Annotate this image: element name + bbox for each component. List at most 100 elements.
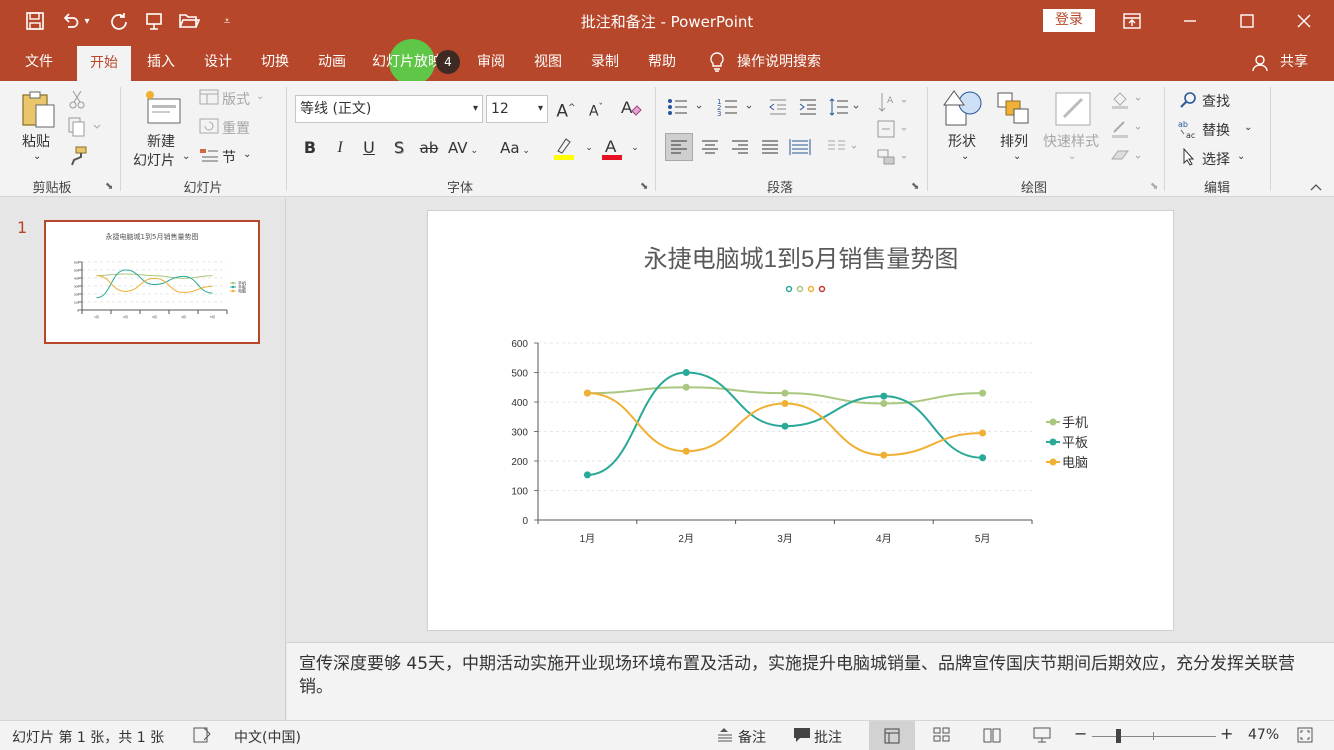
paragraph-launcher-icon[interactable]: ⬊ (911, 181, 919, 192)
tab-home[interactable]: 开始 (77, 46, 131, 81)
maximize-icon[interactable] (1237, 12, 1257, 30)
paste-label[interactable]: 粘贴 (22, 131, 50, 151)
font-size-dropdown[interactable]: 12 ▾ (486, 95, 548, 123)
section-dropdown-icon[interactable]: ⌄ (243, 149, 251, 160)
notes-pane[interactable]: 宣传深度要够 45天，中期活动实施开业现场环境布置及活动，实施提升电脑城销量、品… (287, 642, 1334, 720)
shape-fill-icon[interactable] (1110, 89, 1146, 113)
change-case-button[interactable]: Aa ⌄ (496, 135, 534, 161)
zoom-slider-track[interactable] (1092, 736, 1216, 737)
reset-label[interactable]: 重置 (222, 118, 250, 138)
shape-effects-icon[interactable] (1110, 147, 1146, 171)
notes-text[interactable]: 宣传深度要够 45天，中期活动实施开业现场环境布置及活动，实施提升电脑城销量、品… (299, 653, 1321, 699)
find-label[interactable]: 查找 (1202, 91, 1230, 111)
tab-animations[interactable]: 动画 (309, 42, 355, 81)
find-icon[interactable] (1180, 91, 1198, 113)
highlight-color-icon[interactable] (551, 135, 577, 161)
text-shadow-button[interactable]: S (386, 135, 412, 161)
font-name-dropdown[interactable]: 等线 (正文) ▾ (295, 95, 483, 123)
tab-help[interactable]: 帮助 (639, 42, 685, 81)
slide-sorter-icon[interactable] (932, 726, 952, 748)
align-center-button[interactable] (697, 134, 723, 164)
tab-design[interactable]: 设计 (195, 42, 241, 81)
customize-quick-access-icon[interactable]: ⩡ (214, 8, 240, 34)
minimize-icon[interactable] (1180, 12, 1200, 30)
select-label[interactable]: 选择 (1202, 149, 1230, 169)
zoom-in-button[interactable]: + (1220, 724, 1233, 743)
tab-file[interactable]: 文件 (12, 42, 66, 81)
fit-to-window-icon[interactable] (1296, 726, 1314, 748)
format-painter-icon[interactable] (68, 145, 88, 171)
layout-label[interactable]: 版式 (222, 89, 250, 109)
new-slide-label-1[interactable]: 新建 (147, 131, 175, 151)
shrink-font-button[interactable]: Aˇ (583, 95, 609, 121)
collapse-ribbon-icon[interactable] (1309, 181, 1323, 195)
quick-styles-icon[interactable] (1054, 89, 1094, 133)
slide[interactable]: 永捷电脑城1到5月销售量势图 0 100 200 300 400 500 600 1月 2月 3月 4… (427, 210, 1174, 631)
section-icon[interactable] (199, 147, 219, 167)
convert-smartart-icon[interactable] (876, 147, 910, 171)
quick-styles-dropdown-icon[interactable]: ⌄ (1068, 151, 1076, 162)
justify-button[interactable] (757, 134, 783, 164)
bold-button[interactable]: B (297, 135, 323, 161)
accessibility-icon[interactable] (192, 726, 212, 748)
layout-icon[interactable] (199, 89, 219, 109)
font-color-dropdown-icon[interactable]: ⌄ (622, 135, 648, 161)
replace-dropdown-icon[interactable]: ⌄ (1244, 122, 1252, 133)
open-folder-icon[interactable] (176, 8, 202, 34)
character-spacing-button[interactable]: AV ⌄ (448, 135, 478, 161)
arrange-icon[interactable] (996, 89, 1036, 133)
notes-button[interactable]: 备注 (738, 727, 766, 747)
language-indicator[interactable]: 中文(中国) (234, 727, 301, 747)
reset-icon[interactable] (199, 118, 219, 138)
underline-button[interactable]: U (356, 135, 382, 161)
columns-icon[interactable] (826, 137, 860, 161)
arrange-dropdown-icon[interactable]: ⌄ (1013, 151, 1021, 162)
zoom-out-button[interactable]: − (1074, 724, 1087, 743)
normal-view-button[interactable] (869, 721, 915, 750)
shapes-dropdown-icon[interactable]: ⌄ (961, 151, 969, 162)
tab-review[interactable]: 审阅 (468, 42, 514, 81)
quick-styles-label[interactable]: 快速样式 (1043, 131, 1099, 151)
numbering-icon[interactable]: 123 (717, 97, 753, 121)
clipboard-icon[interactable] (20, 89, 56, 129)
select-cursor-icon[interactable] (1181, 147, 1197, 170)
sales-line-chart[interactable]: 永捷电脑城1到5月销售量势图 0 100 200 300 400 500 600 1月 2月 3月 4… (428, 211, 1175, 632)
zoom-slider-thumb[interactable] (1116, 729, 1121, 743)
comments-button[interactable]: 批注 (814, 727, 842, 747)
notes-icon[interactable] (716, 726, 734, 748)
redo-icon[interactable] (106, 8, 132, 34)
tab-insert[interactable]: 插入 (138, 42, 184, 81)
reading-view-icon[interactable] (982, 726, 1002, 748)
line-spacing-icon[interactable] (828, 97, 862, 121)
bullets-icon[interactable] (667, 97, 703, 121)
copy-icon[interactable] (68, 117, 101, 141)
close-icon[interactable] (1294, 12, 1314, 30)
clear-formatting-icon[interactable]: A (618, 95, 644, 121)
share-person-icon[interactable] (1252, 54, 1270, 72)
drawing-launcher-icon[interactable]: ⬊ (1150, 181, 1158, 192)
shapes-label[interactable]: 形状 (948, 131, 976, 151)
slideshow-view-icon[interactable] (1032, 726, 1052, 748)
arrange-label[interactable]: 排列 (1000, 131, 1028, 151)
paste-dropdown-icon[interactable]: ⌄ (33, 151, 41, 162)
replace-label[interactable]: 替换 (1202, 120, 1230, 140)
comment-icon[interactable] (792, 726, 812, 748)
present-from-start-icon[interactable] (141, 8, 167, 34)
strikethrough-button[interactable]: ab (416, 135, 442, 161)
grow-font-button[interactable]: A^ (553, 95, 579, 122)
increase-indent-icon[interactable] (798, 97, 818, 121)
shape-outline-icon[interactable] (1110, 118, 1146, 142)
section-label[interactable]: 节 (222, 147, 236, 167)
distributed-button[interactable] (787, 134, 813, 164)
tab-record[interactable]: 录制 (582, 42, 628, 81)
shapes-icon[interactable] (942, 89, 984, 133)
share-button[interactable]: 共享 (1274, 42, 1314, 81)
italic-button[interactable]: I (327, 135, 353, 161)
slide-thumbnail[interactable]: 永捷电脑城1到5月销售量势图 0 100 200 300 400 500 600 1月 2月 3月… (44, 220, 260, 344)
select-dropdown-icon[interactable]: ⌄ (1237, 151, 1245, 162)
login-button[interactable]: 登录 (1043, 9, 1095, 32)
cut-icon[interactable] (68, 89, 86, 113)
align-right-button[interactable] (727, 134, 753, 164)
font-launcher-icon[interactable]: ⬊ (640, 181, 648, 192)
new-slide-dropdown-icon[interactable]: ⌄ (182, 151, 190, 162)
